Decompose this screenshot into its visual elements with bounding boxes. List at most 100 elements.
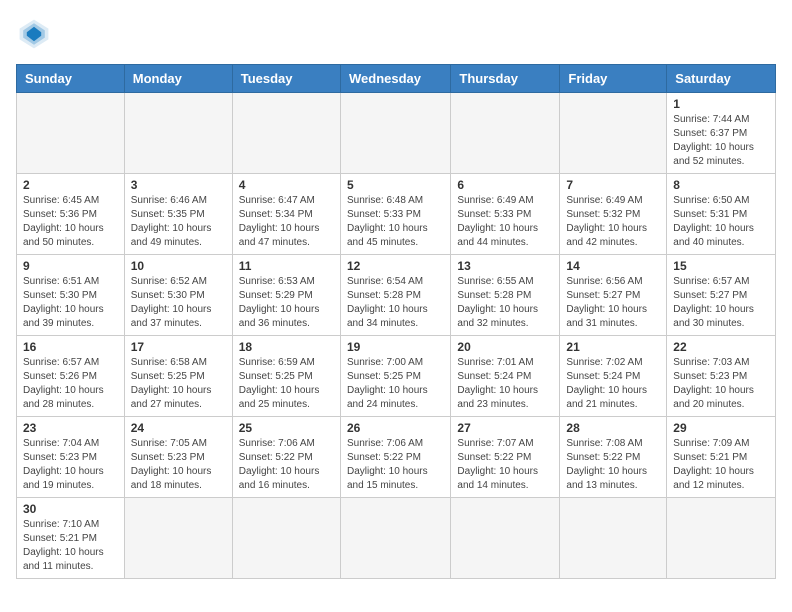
header-friday: Friday <box>560 65 667 93</box>
calendar-cell: 10 Sunrise: 6:52 AM Sunset: 5:30 PM Dayli… <box>124 255 232 336</box>
calendar-cell <box>232 93 340 174</box>
calendar-cell: 16 Sunrise: 6:57 AM Sunset: 5:26 PM Dayli… <box>17 336 125 417</box>
calendar-week-row: 1 Sunrise: 7:44 AM Sunset: 6:37 PM Daylig… <box>17 93 776 174</box>
calendar-cell <box>340 498 450 579</box>
calendar-cell: 29 Sunrise: 7:09 AM Sunset: 5:21 PM Dayli… <box>667 417 776 498</box>
calendar-cell: 5 Sunrise: 6:48 AM Sunset: 5:33 PM Daylig… <box>340 174 450 255</box>
day-info: Sunrise: 6:50 AM Sunset: 5:31 PM Dayligh… <box>673 194 769 250</box>
day-number: 16 <box>23 340 118 354</box>
logo <box>16 16 56 52</box>
day-number: 8 <box>673 178 769 192</box>
day-info: Sunrise: 6:58 AM Sunset: 5:25 PM Dayligh… <box>131 356 226 412</box>
day-number: 18 <box>239 340 334 354</box>
day-info: Sunrise: 6:59 AM Sunset: 5:25 PM Dayligh… <box>239 356 334 412</box>
day-info: Sunrise: 6:55 AM Sunset: 5:28 PM Dayligh… <box>457 275 553 331</box>
day-info: Sunrise: 6:47 AM Sunset: 5:34 PM Dayligh… <box>239 194 334 250</box>
calendar-header-row: SundayMondayTuesdayWednesdayThursdayFrid… <box>17 65 776 93</box>
calendar-cell: 21Sunrise: 7:02 AM Sunset: 5:24 PM Dayli… <box>560 336 667 417</box>
day-info: Sunrise: 7:04 AM Sunset: 5:23 PM Dayligh… <box>23 437 118 493</box>
day-number: 12 <box>347 259 444 273</box>
day-info: Sunrise: 6:52 AM Sunset: 5:30 PM Dayligh… <box>131 275 226 331</box>
day-info: Sunrise: 7:06 AM Sunset: 5:22 PM Dayligh… <box>239 437 334 493</box>
calendar-cell: 30 Sunrise: 7:10 AM Sunset: 5:21 PM Dayli… <box>17 498 125 579</box>
day-number: 6 <box>457 178 553 192</box>
day-number: 23 <box>23 421 118 435</box>
calendar-cell: 7Sunrise: 6:49 AM Sunset: 5:32 PM Daylig… <box>560 174 667 255</box>
day-number: 14 <box>566 259 660 273</box>
day-number: 26 <box>347 421 444 435</box>
day-number: 1 <box>673 97 769 111</box>
calendar-cell <box>560 498 667 579</box>
day-info: Sunrise: 7:08 AM Sunset: 5:22 PM Dayligh… <box>566 437 660 493</box>
day-number: 10 <box>131 259 226 273</box>
day-info: Sunrise: 6:56 AM Sunset: 5:27 PM Dayligh… <box>566 275 660 331</box>
calendar-cell <box>667 498 776 579</box>
day-number: 4 <box>239 178 334 192</box>
calendar-cell <box>560 93 667 174</box>
calendar-cell: 8 Sunrise: 6:50 AM Sunset: 5:31 PM Daylig… <box>667 174 776 255</box>
day-info: Sunrise: 7:06 AM Sunset: 5:22 PM Dayligh… <box>347 437 444 493</box>
day-number: 24 <box>131 421 226 435</box>
day-info: Sunrise: 7:05 AM Sunset: 5:23 PM Dayligh… <box>131 437 226 493</box>
calendar-cell: 27 Sunrise: 7:07 AM Sunset: 5:22 PM Dayli… <box>451 417 560 498</box>
header-saturday: Saturday <box>667 65 776 93</box>
calendar-cell: 28 Sunrise: 7:08 AM Sunset: 5:22 PM Dayli… <box>560 417 667 498</box>
day-info: Sunrise: 6:57 AM Sunset: 5:26 PM Dayligh… <box>23 356 118 412</box>
day-info: Sunrise: 6:49 AM Sunset: 5:33 PM Dayligh… <box>457 194 553 250</box>
calendar-cell <box>451 93 560 174</box>
day-number: 22 <box>673 340 769 354</box>
calendar-cell: 6 Sunrise: 6:49 AM Sunset: 5:33 PM Daylig… <box>451 174 560 255</box>
calendar-cell: 4 Sunrise: 6:47 AM Sunset: 5:34 PM Daylig… <box>232 174 340 255</box>
day-info: Sunrise: 7:10 AM Sunset: 5:21 PM Dayligh… <box>23 518 118 574</box>
day-info: Sunrise: 7:03 AM Sunset: 5:23 PM Dayligh… <box>673 356 769 412</box>
day-number: 5 <box>347 178 444 192</box>
day-number: 9 <box>23 259 118 273</box>
calendar-week-row: 2 Sunrise: 6:45 AM Sunset: 5:36 PM Daylig… <box>17 174 776 255</box>
calendar-cell: 13 Sunrise: 6:55 AM Sunset: 5:28 PM Dayli… <box>451 255 560 336</box>
calendar-week-row: 30 Sunrise: 7:10 AM Sunset: 5:21 PM Dayli… <box>17 498 776 579</box>
calendar-cell <box>17 93 125 174</box>
day-number: 3 <box>131 178 226 192</box>
header-thursday: Thursday <box>451 65 560 93</box>
page-header <box>16 16 776 52</box>
calendar-cell <box>124 498 232 579</box>
day-number: 28 <box>566 421 660 435</box>
calendar-cell: 11 Sunrise: 6:53 AM Sunset: 5:29 PM Dayli… <box>232 255 340 336</box>
calendar-cell <box>124 93 232 174</box>
calendar-week-row: 23 Sunrise: 7:04 AM Sunset: 5:23 PM Dayli… <box>17 417 776 498</box>
day-number: 20 <box>457 340 553 354</box>
calendar-cell: 14 Sunrise: 6:56 AM Sunset: 5:27 PM Dayli… <box>560 255 667 336</box>
day-info: Sunrise: 6:53 AM Sunset: 5:29 PM Dayligh… <box>239 275 334 331</box>
day-number: 19 <box>347 340 444 354</box>
calendar-cell: 1 Sunrise: 7:44 AM Sunset: 6:37 PM Daylig… <box>667 93 776 174</box>
calendar-week-row: 16 Sunrise: 6:57 AM Sunset: 5:26 PM Dayli… <box>17 336 776 417</box>
day-number: 2 <box>23 178 118 192</box>
day-info: Sunrise: 6:46 AM Sunset: 5:35 PM Dayligh… <box>131 194 226 250</box>
day-info: Sunrise: 6:45 AM Sunset: 5:36 PM Dayligh… <box>23 194 118 250</box>
day-info: Sunrise: 7:02 AM Sunset: 5:24 PM Dayligh… <box>566 356 660 412</box>
calendar-cell <box>451 498 560 579</box>
day-info: Sunrise: 6:48 AM Sunset: 5:33 PM Dayligh… <box>347 194 444 250</box>
calendar-cell: 15Sunrise: 6:57 AM Sunset: 5:27 PM Dayli… <box>667 255 776 336</box>
day-number: 7 <box>566 178 660 192</box>
day-number: 13 <box>457 259 553 273</box>
calendar-cell <box>232 498 340 579</box>
day-info: Sunrise: 7:44 AM Sunset: 6:37 PM Dayligh… <box>673 113 769 169</box>
calendar-cell: 22 Sunrise: 7:03 AM Sunset: 5:23 PM Dayli… <box>667 336 776 417</box>
calendar-cell: 12Sunrise: 6:54 AM Sunset: 5:28 PM Dayli… <box>340 255 450 336</box>
calendar-cell: 18 Sunrise: 6:59 AM Sunset: 5:25 PM Dayli… <box>232 336 340 417</box>
header-sunday: Sunday <box>17 65 125 93</box>
calendar-cell: 26 Sunrise: 7:06 AM Sunset: 5:22 PM Dayli… <box>340 417 450 498</box>
day-number: 17 <box>131 340 226 354</box>
day-info: Sunrise: 7:09 AM Sunset: 5:21 PM Dayligh… <box>673 437 769 493</box>
day-number: 11 <box>239 259 334 273</box>
header-monday: Monday <box>124 65 232 93</box>
day-number: 15 <box>673 259 769 273</box>
day-number: 30 <box>23 502 118 516</box>
day-info: Sunrise: 7:01 AM Sunset: 5:24 PM Dayligh… <box>457 356 553 412</box>
day-info: Sunrise: 7:07 AM Sunset: 5:22 PM Dayligh… <box>457 437 553 493</box>
day-number: 27 <box>457 421 553 435</box>
calendar-week-row: 9Sunrise: 6:51 AM Sunset: 5:30 PM Daylig… <box>17 255 776 336</box>
day-number: 29 <box>673 421 769 435</box>
day-info: Sunrise: 7:00 AM Sunset: 5:25 PM Dayligh… <box>347 356 444 412</box>
